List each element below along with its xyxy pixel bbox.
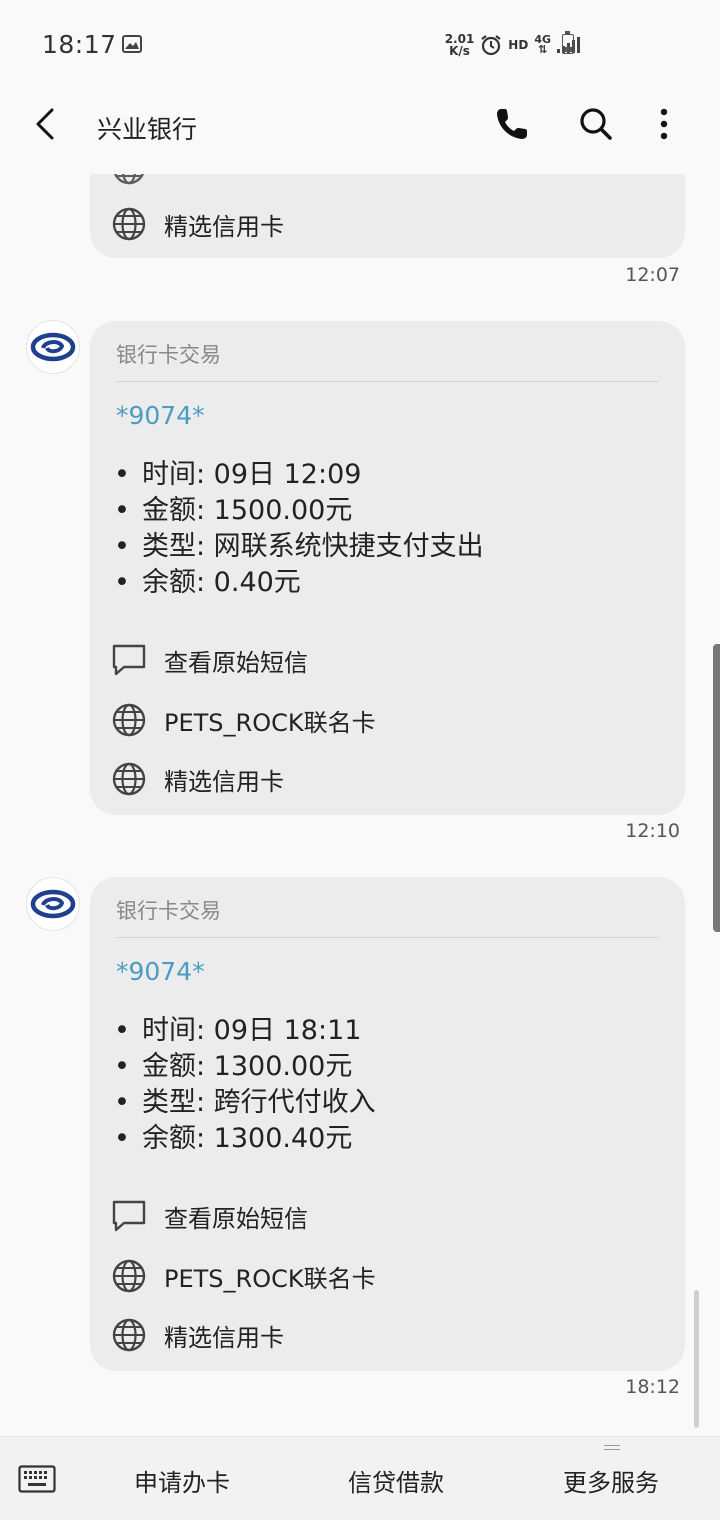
globe-icon (112, 703, 146, 737)
net-speed: 2.01 K/s (445, 33, 475, 57)
bullet: • (114, 495, 130, 526)
detail-row: • 时间: 09日 18:11 (112, 1013, 376, 1049)
card-number: *9074* (116, 401, 205, 430)
menu-apply-card[interactable]: 申请办卡 (134, 1463, 230, 1498)
message-header: 银行卡交易 (116, 899, 221, 923)
bank-logo-avatar[interactable] (26, 877, 80, 931)
globe-icon (113, 174, 145, 185)
bank-logo-icon (30, 332, 76, 362)
divider (116, 381, 659, 382)
detail-row: • 类型: 网联系统快捷支付支出 (112, 529, 484, 565)
action-label: 查看原始短信 (164, 1204, 308, 1233)
hd-label: HD (508, 38, 529, 52)
search-icon[interactable] (576, 104, 616, 144)
more-vert-icon[interactable] (650, 104, 678, 144)
globe-icon (112, 207, 146, 241)
bullet: • (114, 1015, 130, 1046)
card-number: *9074* (116, 957, 205, 986)
message-icon (112, 644, 146, 676)
action-label: 精选信用卡 (164, 1323, 284, 1352)
timestamp: 12:10 (625, 820, 680, 842)
globe-icon (112, 1259, 146, 1293)
detail-row: • 余额: 1300.40元 (112, 1121, 376, 1157)
action-prev-hidden (110, 174, 148, 188)
battery-icon (562, 31, 574, 54)
bullet: • (114, 1087, 130, 1118)
detail-row: • 时间: 09日 12:09 (112, 457, 484, 493)
detail-type: 类型: 网联系统快捷支付支出 (142, 531, 484, 562)
conversation-title: 兴业银行 (97, 115, 198, 144)
pets-rock-card-button[interactable]: PETS_ROCK联名卡 (110, 1256, 376, 1296)
drag-handle-icon[interactable] (604, 1445, 620, 1450)
bullet: • (114, 1051, 130, 1082)
transaction-details: • 时间: 09日 12:09 • 金额: 1500.00元 • 类型: 网联系统快捷… (112, 457, 484, 601)
status-bar: 18:17 2.01 K/s HD 4G ⇅ (0, 0, 720, 90)
detail-time: 时间: 09日 12:09 (142, 459, 362, 490)
alarm-icon (481, 35, 501, 56)
transaction-details: • 时间: 09日 18:11 • 金额: 1300.00元 • 类型: 跨行代付收入… (112, 1013, 376, 1157)
action-label: 精选信用卡 (164, 767, 284, 796)
menu-more-services[interactable]: 更多服务 (563, 1463, 659, 1498)
bottom-menu-bar: 申请办卡 信贷借款 更多服务 (0, 1436, 720, 1520)
divider (116, 937, 659, 938)
bullet: • (114, 459, 130, 490)
action-label: 查看原始短信 (164, 648, 308, 677)
phone-icon[interactable] (492, 104, 532, 144)
data-arrows-icon: ⇅ (538, 43, 548, 56)
scrollbar[interactable] (694, 1290, 699, 1428)
timestamp: 12:07 (625, 264, 680, 286)
detail-row: • 类型: 跨行代付收入 (112, 1085, 376, 1121)
pets-rock-card-button[interactable]: PETS_ROCK联名卡 (110, 700, 376, 740)
action-label: 精选信用卡 (164, 212, 284, 241)
net-speed-unit: K/s (449, 44, 470, 58)
message-header: 银行卡交易 (116, 343, 221, 367)
bullet: • (114, 1123, 130, 1154)
selected-credit-card-button[interactable]: 精选信用卡 (110, 759, 284, 799)
network-type: 4G ⇅ (534, 34, 551, 56)
view-original-sms-button[interactable]: 查看原始短信 (110, 640, 308, 680)
globe-icon (112, 1318, 146, 1352)
keyboard-icon[interactable] (18, 1465, 56, 1493)
message-bubble[interactable]: 银行卡交易 *9074* • 时间: 09日 12:09 • 金额: 1500.00… (90, 321, 685, 815)
app-bar: 兴业银行 (0, 90, 720, 174)
bullet: • (114, 567, 130, 598)
message-icon (112, 1200, 146, 1232)
detail-balance: 余额: 0.40元 (142, 567, 301, 598)
detail-type: 类型: 跨行代付收入 (142, 1087, 376, 1118)
action-prev-credit-card[interactable]: 精选信用卡 (110, 204, 284, 244)
detail-amount: 金额: 1300.00元 (142, 1051, 353, 1082)
detail-row: • 金额: 1500.00元 (112, 493, 484, 529)
detail-row: • 金额: 1300.00元 (112, 1049, 376, 1085)
image-icon (122, 35, 142, 53)
detail-amount: 金额: 1500.00元 (142, 495, 353, 526)
view-original-sms-button[interactable]: 查看原始短信 (110, 1196, 308, 1236)
bank-logo-icon (30, 889, 76, 919)
detail-row: • 余额: 0.40元 (112, 565, 484, 601)
menu-credit-loan[interactable]: 信贷借款 (348, 1463, 444, 1498)
bullet: • (114, 531, 130, 562)
status-indicators: 2.01 K/s HD 4G ⇅ (445, 28, 580, 62)
globe-icon (112, 762, 146, 796)
action-label: PETS_ROCK联名卡 (164, 1264, 376, 1293)
timestamp: 18:12 (625, 1376, 680, 1398)
status-time: 18:17 (42, 30, 117, 59)
detail-balance: 余额: 1300.40元 (142, 1123, 353, 1154)
back-arrow-icon[interactable] (26, 104, 66, 144)
action-label: PETS_ROCK联名卡 (164, 708, 376, 737)
message-list[interactable]: 精选信用卡 12:07 银行卡交易 *9074* • 时间: 09日 12:09 … (0, 174, 720, 1436)
detail-time: 时间: 09日 18:11 (142, 1015, 362, 1046)
message-bubble[interactable]: 银行卡交易 *9074* • 时间: 09日 18:11 • 金额: 1300.00… (90, 877, 685, 1371)
edge-panel-handle[interactable] (713, 644, 720, 932)
bank-logo-avatar[interactable] (26, 320, 80, 374)
selected-credit-card-button[interactable]: 精选信用卡 (110, 1315, 284, 1355)
message-bubble-prev: 精选信用卡 (90, 174, 685, 258)
